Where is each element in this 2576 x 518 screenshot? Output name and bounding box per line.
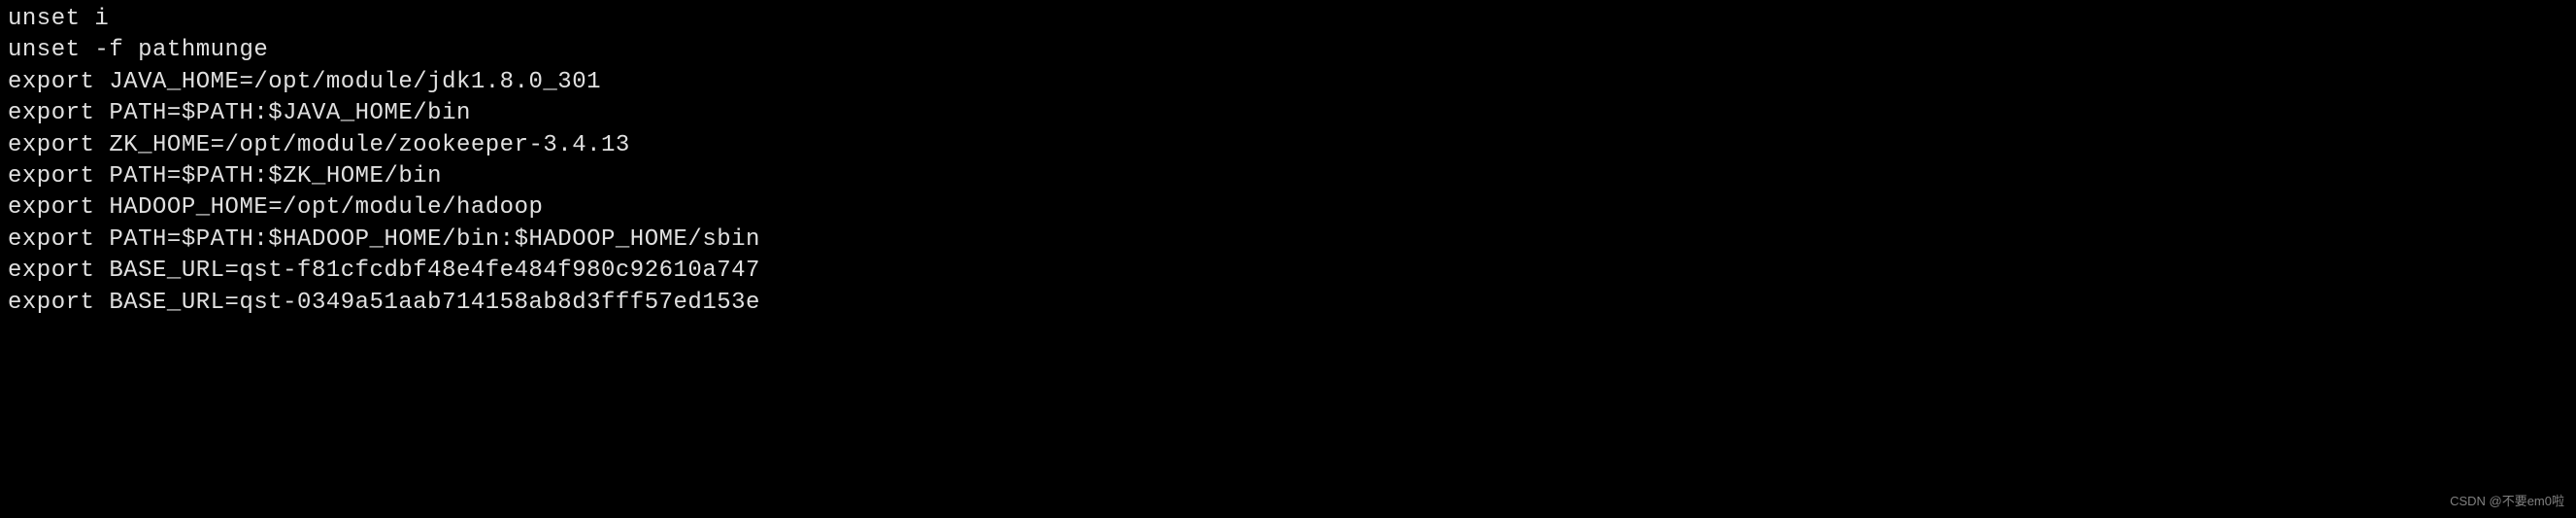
terminal-line: unset i <box>8 4 2568 35</box>
terminal-line: export ZK_HOME=/opt/module/zookeeper-3.4… <box>8 130 2568 161</box>
watermark-text: CSDN @不要em0啦 <box>2450 493 2564 510</box>
terminal-line: export PATH=$PATH:$HADOOP_HOME/bin:$HADO… <box>8 224 2568 256</box>
terminal-line: export PATH=$PATH:$JAVA_HOME/bin <box>8 98 2568 129</box>
terminal-line: unset -f pathmunge <box>8 35 2568 66</box>
terminal-line: export BASE_URL=qst-0349a51aab714158ab8d… <box>8 288 2568 319</box>
terminal-output: unset i unset -f pathmunge export JAVA_H… <box>8 4 2568 319</box>
terminal-line: export HADOOP_HOME=/opt/module/hadoop <box>8 192 2568 224</box>
terminal-line: export BASE_URL=qst-f81cfcdbf48e4fe484f9… <box>8 256 2568 287</box>
terminal-line: export JAVA_HOME=/opt/module/jdk1.8.0_30… <box>8 67 2568 98</box>
terminal-line: export PATH=$PATH:$ZK_HOME/bin <box>8 161 2568 192</box>
